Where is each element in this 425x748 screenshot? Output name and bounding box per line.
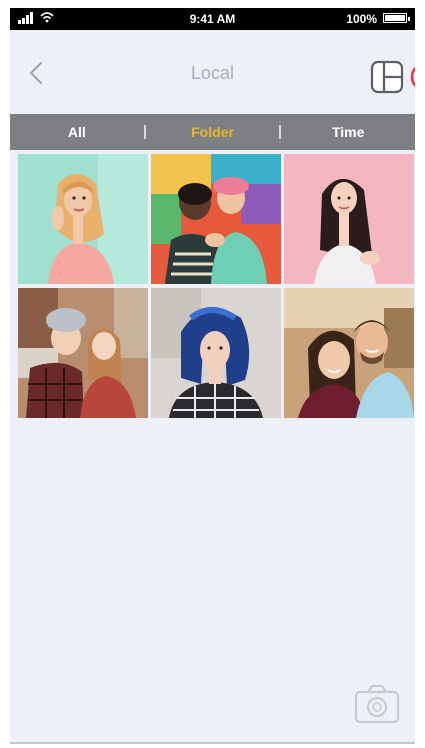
collage-layout-icon[interactable] bbox=[370, 60, 404, 94]
navigation-bar: Local bbox=[10, 30, 415, 112]
tab-time[interactable]: Time bbox=[281, 124, 415, 140]
bottom-divider bbox=[10, 742, 415, 744]
battery-percent: 100% bbox=[346, 12, 377, 26]
photo-grid bbox=[18, 154, 414, 418]
camera-icon[interactable] bbox=[354, 684, 400, 724]
photo-woman-mint-background[interactable] bbox=[18, 154, 148, 284]
photo-woman-pink-background[interactable] bbox=[284, 154, 414, 284]
photo-friends-beanie-selfie[interactable] bbox=[18, 288, 148, 418]
tab-bar: All Folder Time bbox=[10, 114, 415, 150]
photo-couple-smiling-selfie[interactable] bbox=[284, 288, 414, 418]
battery-icon bbox=[383, 13, 410, 23]
red-circle-icon[interactable] bbox=[408, 60, 415, 94]
tab-folder[interactable]: Folder bbox=[146, 124, 280, 140]
page-title: Local bbox=[190, 63, 235, 83]
phone-screen: 9:41 AM 100% Local All Folder Time bbox=[10, 8, 415, 744]
photo-woman-blue-hair[interactable] bbox=[151, 288, 281, 418]
status-bar: 9:41 AM 100% bbox=[10, 8, 415, 30]
tab-all[interactable]: All bbox=[10, 124, 144, 140]
photo-couple-graffiti-wall[interactable] bbox=[151, 154, 281, 284]
